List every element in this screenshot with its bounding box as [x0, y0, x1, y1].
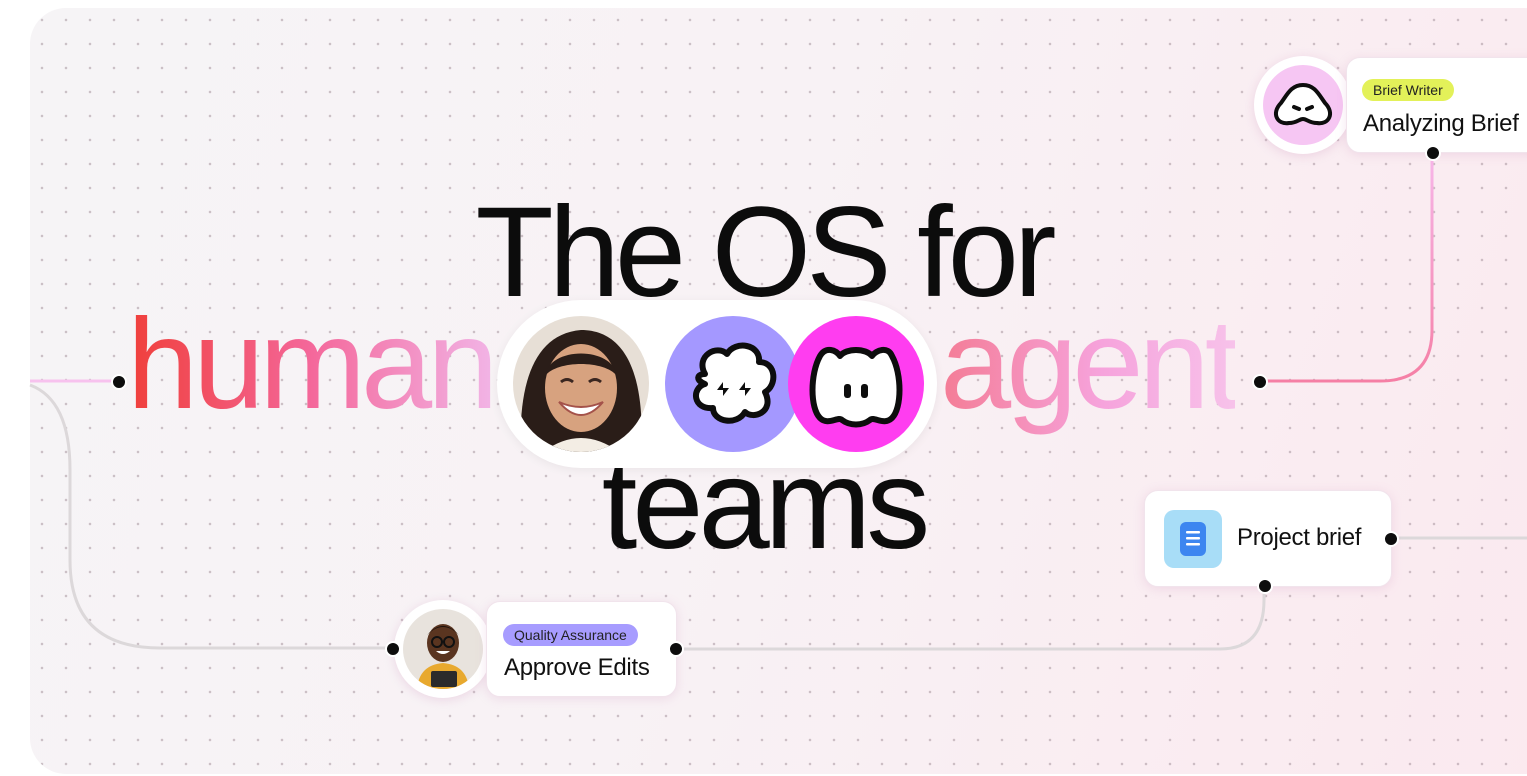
- agent-avatar-purple: [665, 316, 801, 452]
- person-avatar: [403, 609, 483, 689]
- headline-word-agent: agent: [940, 290, 1240, 440]
- brief-writer-card[interactable]: Brief Writer Analyzing Brief: [1346, 57, 1527, 153]
- wire-connector-brief-writer[interactable]: [1425, 145, 1441, 161]
- quality-assurance-card[interactable]: Quality Assurance Approve Edits: [486, 601, 677, 697]
- wire-connector-brief-bottom[interactable]: [1257, 578, 1273, 594]
- brief-writer-avatar-ring: [1254, 56, 1352, 154]
- brief-writer-tag: Brief Writer: [1362, 79, 1454, 101]
- document-icon: [1164, 510, 1222, 568]
- ghost-agent-icon: [809, 347, 903, 428]
- hero-stage: The OS for human agent teams Brief Write…: [0, 0, 1527, 776]
- quality-assurance-title: Approve Edits: [504, 654, 650, 681]
- agent-face-icon: [1273, 83, 1333, 126]
- wire-connector-qa-left[interactable]: [385, 641, 401, 657]
- project-brief-title: Project brief: [1237, 524, 1362, 551]
- brief-writer-title: Analyzing Brief: [1363, 110, 1519, 137]
- quality-assurance-tag: Quality Assurance: [503, 624, 638, 646]
- cloud-agent-icon: [693, 342, 777, 424]
- human-face-icon: [513, 316, 649, 452]
- qa-avatar: [403, 609, 483, 689]
- agent-avatar-magenta: [788, 316, 924, 452]
- project-brief-card[interactable]: Project brief: [1144, 490, 1392, 587]
- wire-connector-human[interactable]: [111, 374, 127, 390]
- wire-connector-brief-right[interactable]: [1383, 531, 1399, 547]
- human-avatar: [513, 316, 649, 452]
- headline-word-human: human: [127, 290, 498, 440]
- wire-connector-agent[interactable]: [1252, 374, 1268, 390]
- brief-writer-avatar: [1263, 65, 1343, 145]
- qa-avatar-ring: [394, 600, 492, 698]
- wire-qa-to-brief: [676, 585, 1266, 651]
- wire-connector-qa-right[interactable]: [668, 641, 684, 657]
